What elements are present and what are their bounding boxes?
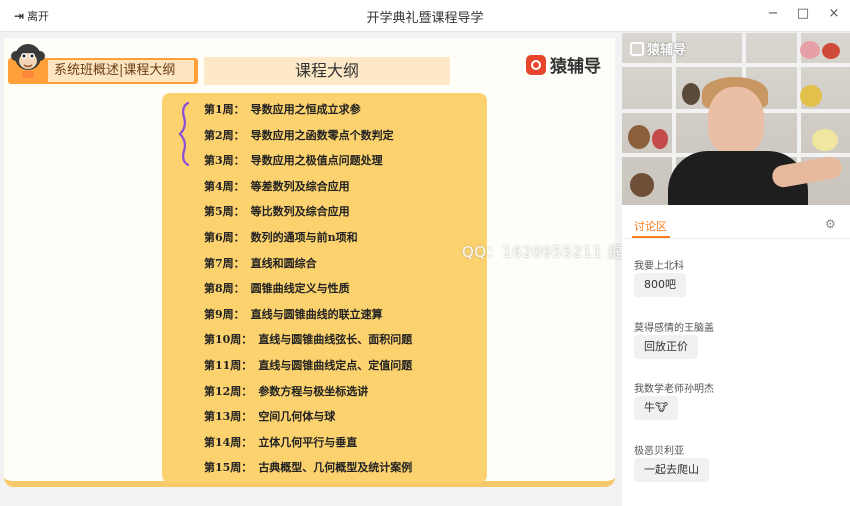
outline-week-row: 第15周： 古典概型、几何概型及统计案例 <box>204 459 412 479</box>
outline-week-row: 第14周： 立体几何平行与垂直 <box>204 434 357 454</box>
video-label: 猿辅导 <box>630 39 686 58</box>
outline-week-row: 第9周： 直线与圆锥曲线的联立速算 <box>204 306 383 326</box>
chat-settings-icon[interactable]: ⚙ <box>825 217 836 231</box>
outline-week-row: 第7周： 直线和圆综合 <box>204 255 317 275</box>
video-brand-icon <box>630 41 644 56</box>
outline-week-row: 第4周： 等差数列及综合应用 <box>204 178 350 198</box>
week-number: 第14周： <box>204 435 253 449</box>
chat-message-bubble: 回放正价 <box>634 334 698 359</box>
week-number: 第12周： <box>204 384 253 398</box>
title-bar: ⇥ 离开 开学典礼暨课程导学 − □ × <box>0 0 850 32</box>
week-topic: 直线与圆锥曲线弦长、面积问题 <box>258 333 413 347</box>
window-title: 开学典礼暨课程导学 <box>366 11 484 26</box>
yuanfudao-logo-icon <box>526 54 546 75</box>
curly-bracket-annotation <box>178 101 190 167</box>
week-topic: 导数应用之极值点问题处理 <box>250 154 383 168</box>
teacher-face <box>708 87 764 155</box>
monkey-mascot-icon <box>11 44 45 78</box>
video-label-text: 猿辅导 <box>647 43 687 58</box>
outline-week-row: 第1周： 导数应用之恒成立求参 <box>204 101 361 121</box>
week-number: 第5周： <box>204 205 245 219</box>
slide-stage: 系统班概述|课程大纲 课程大纲 猿辅导 第1周： 导数应用之恒成立求参 第2周： 导数… <box>0 33 700 506</box>
outline-week-row: 第8周： 圆锥曲线定义与性质 <box>204 280 350 300</box>
maximize-button[interactable]: □ <box>793 6 813 21</box>
outline-week-row: 第11周： 直线与圆锥曲线定点、定值问题 <box>204 357 412 377</box>
week-topic: 直线与圆锥曲线的联立速算 <box>250 307 383 321</box>
week-topic: 古典概型、几何概型及统计案例 <box>258 461 413 475</box>
week-topic: 导数应用之恒成立求参 <box>250 103 361 116</box>
week-number: 第15周： <box>204 461 253 475</box>
chat-username: 极恶贝利亚 <box>634 445 684 457</box>
close-button[interactable]: × <box>824 6 844 21</box>
chat-message-bubble: 一起去爬山 <box>634 457 709 482</box>
outline-week-row: 第6周： 数列的通项与前n项和 <box>204 229 358 249</box>
outline-panel: 第1周： 导数应用之恒成立求参 第2周： 导数应用之函数零点个数判定 第3周： 导数应用之… <box>162 93 487 483</box>
week-number: 第3周： <box>204 154 245 168</box>
brand-name: 猿辅导 <box>550 57 601 77</box>
week-number: 第7周： <box>204 256 245 270</box>
week-number: 第8周： <box>204 282 245 296</box>
chat-username: 我数学老师孙明杰 <box>634 384 714 395</box>
tab-discussion[interactable]: 讨论区 <box>634 218 667 234</box>
chat-username: 莫得感情的王脑盖 <box>634 322 714 334</box>
week-number: 第6周： <box>204 231 245 244</box>
outline-week-row: 第2周： 导数应用之函数零点个数判定 <box>204 127 394 147</box>
section-tag-label: 系统班概述|课程大纲 <box>48 60 194 82</box>
outline-week-row: 第3周： 导数应用之极值点问题处理 <box>204 152 383 172</box>
week-topic: 等比数列及综合应用 <box>250 205 350 219</box>
week-topic: 数列的通项与前n项和 <box>250 231 358 244</box>
chat-username: 我要上北科 <box>634 261 684 272</box>
slide-heading: 课程大纲 <box>204 57 450 85</box>
week-topic: 导数应用之函数零点个数判定 <box>250 128 394 142</box>
outline-week-row: 第13周： 空间几何体与球 <box>204 408 335 428</box>
outline-week-row: 第12周： 参数方程与极坐标选讲 <box>204 383 368 403</box>
week-number: 第9周： <box>204 307 245 321</box>
week-number: 第1周： <box>204 103 245 116</box>
week-topic: 空间几何体与球 <box>258 410 336 424</box>
outline-week-row: 第5周： 等比数列及综合应用 <box>204 203 350 223</box>
week-topic: 立体几何平行与垂直 <box>258 435 358 449</box>
brand-logo: 猿辅导 <box>526 52 601 77</box>
side-panel: 猿辅导 讨论区 ⚙ 我要上北科 800吧莫得感情的王脑盖 回放正价我数学老师孙明杰牛… <box>622 33 850 506</box>
week-topic: 圆锥曲线定义与性质 <box>250 282 350 296</box>
divider <box>622 238 850 239</box>
minimize-button[interactable]: − <box>763 6 783 21</box>
week-number: 第13周： <box>204 410 253 424</box>
outline-week-row: 第10周： 直线与圆锥曲线弦长、面积问题 <box>204 331 412 351</box>
week-number: 第4周： <box>204 179 245 193</box>
week-topic: 直线与圆锥曲线定点、定值问题 <box>258 359 413 372</box>
week-topic: 参数方程与极坐标选讲 <box>258 384 369 398</box>
teacher-video[interactable]: 猿辅导 <box>622 33 850 205</box>
week-topic: 直线和圆综合 <box>250 256 317 270</box>
chat-message-bubble: 牛🐮 <box>634 396 679 420</box>
week-number: 第10周： <box>204 333 253 347</box>
week-number: 第2周： <box>204 128 245 142</box>
week-topic: 等差数列及综合应用 <box>250 179 350 193</box>
chat-message-bubble: 800吧 <box>634 273 686 297</box>
course-slide: 系统班概述|课程大纲 课程大纲 猿辅导 第1周： 导数应用之恒成立求参 第2周： 导数… <box>4 38 615 487</box>
week-number: 第11周： <box>204 359 253 372</box>
